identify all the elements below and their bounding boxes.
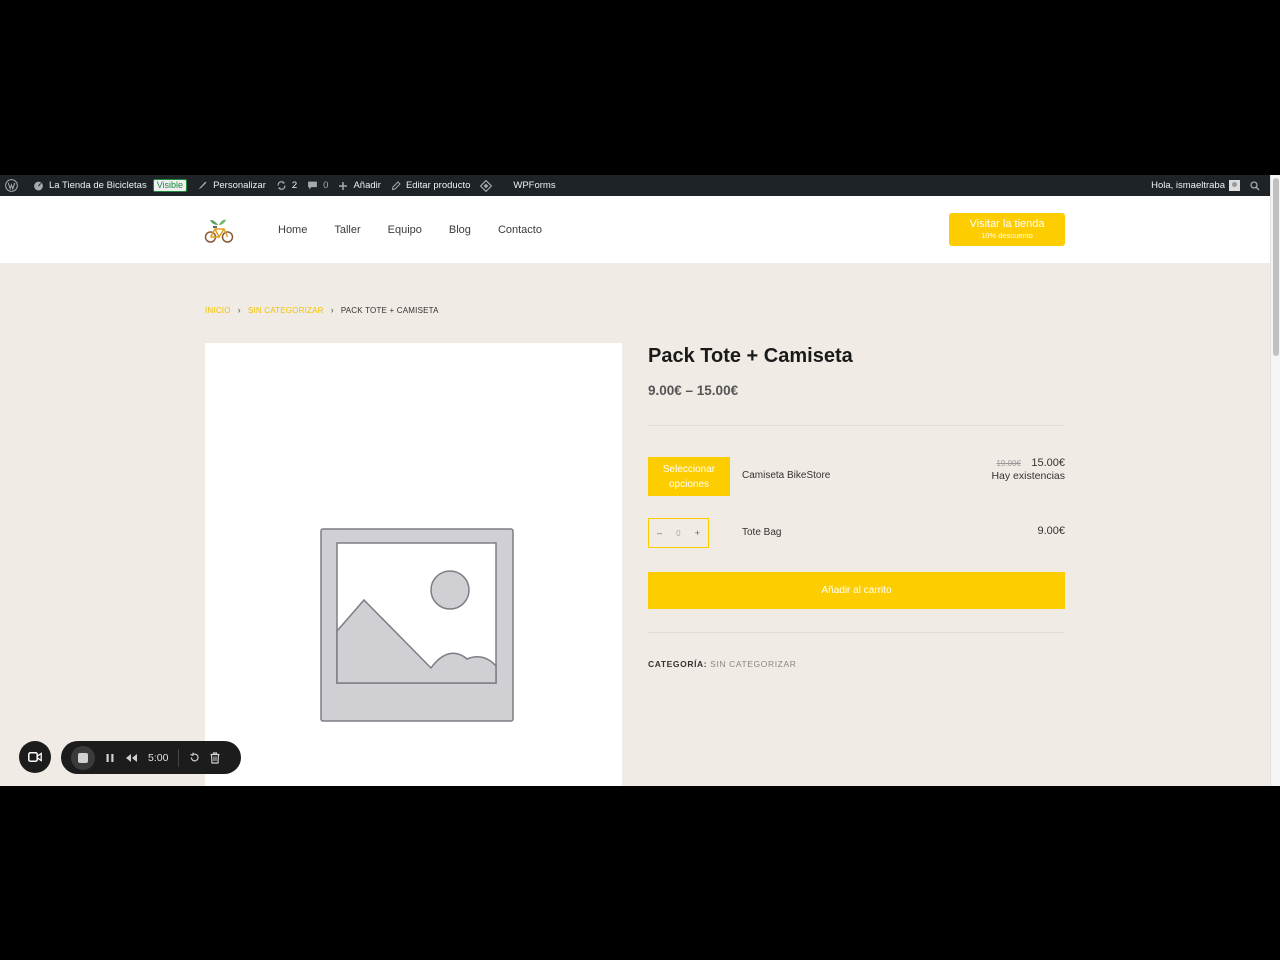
- divider: [178, 748, 180, 767]
- greeting-label: Hola, ismaeltraba: [1151, 180, 1225, 191]
- pencil-icon: [391, 180, 401, 190]
- grouped-item-price: 9.00€: [1037, 525, 1065, 537]
- browser-viewport: La Tienda de Bicicletas Visible Personal…: [0, 175, 1280, 786]
- camera-button[interactable]: [19, 741, 51, 773]
- nav-taller[interactable]: Taller: [334, 224, 360, 236]
- customize-label: Personalizar: [213, 180, 266, 191]
- breadcrumb-current: PACK TOTE + CAMISETA: [340, 305, 439, 315]
- add-new-label: Añadir: [353, 180, 381, 191]
- admin-add-new[interactable]: Añadir: [333, 175, 385, 196]
- product-title: Pack Tote + Camiseta: [648, 345, 853, 367]
- category-link[interactable]: SIN CATEGORIZAR: [710, 659, 796, 669]
- scrollbar[interactable]: [1270, 175, 1280, 786]
- admin-diamond[interactable]: [475, 175, 502, 196]
- grouped-item-name[interactable]: Tote Bag: [742, 527, 781, 538]
- stop-icon: [78, 752, 88, 763]
- nav-blog[interactable]: Blog: [449, 224, 471, 236]
- sale-price: 15.00€: [1031, 457, 1065, 469]
- grouped-item-price: 19.00€ 15.00€: [996, 453, 1065, 471]
- trash-icon: [210, 751, 220, 764]
- grouped-item-name[interactable]: Camiseta BikeStore: [742, 470, 830, 481]
- divider: [648, 425, 1065, 426]
- wordpress-logo-icon[interactable]: [0, 175, 28, 196]
- quantity-stepper: – 0 +: [648, 518, 709, 548]
- divider: [648, 632, 1065, 633]
- breadcrumb-category[interactable]: SIN CATEGORIZAR: [248, 306, 324, 315]
- rewind-icon: [126, 753, 137, 762]
- scrollbar-thumb[interactable]: [1273, 178, 1279, 356]
- price-range: 9.00€ – 15.00€: [648, 383, 739, 398]
- pause-button[interactable]: [105, 753, 115, 763]
- edit-product-label: Editar producto: [405, 180, 471, 191]
- recording-timer: 5:00: [148, 751, 169, 764]
- site-name-label: La Tienda de Bicicletas: [49, 180, 147, 191]
- qty-plus-button[interactable]: +: [695, 528, 700, 538]
- plus-icon: [339, 181, 348, 190]
- admin-customize[interactable]: Personalizar: [192, 175, 271, 196]
- stop-recording-button[interactable]: [71, 745, 95, 770]
- nav-contacto[interactable]: Contacto: [498, 224, 542, 236]
- comment-icon: [308, 181, 318, 190]
- chevron-right-icon: ›: [330, 305, 334, 315]
- wp-admin-bar: La Tienda de Bicicletas Visible Personal…: [0, 175, 1270, 196]
- admin-search[interactable]: [1245, 175, 1270, 196]
- paintbrush-icon: [198, 181, 207, 190]
- wpforms-label: WPForms: [513, 180, 556, 191]
- select-options-button[interactable]: Seleccionar opciones: [648, 457, 730, 496]
- stock-status: Hay existencias: [991, 470, 1065, 482]
- search-icon: [1250, 180, 1260, 190]
- add-to-cart-button[interactable]: Añadir al carrito: [648, 572, 1065, 609]
- category-label: CATEGORÍA:: [648, 659, 708, 669]
- updates-icon: [277, 181, 286, 190]
- nav-equipo[interactable]: Equipo: [388, 224, 422, 236]
- main-nav: Home Taller Equipo Blog Contacto: [278, 196, 542, 263]
- site-header: Home Taller Equipo Blog Contacto Visitar…: [0, 196, 1270, 263]
- pause-icon: [106, 753, 114, 762]
- breadcrumb: INICIO › SIN CATEGORIZAR › PACK TOTE + C…: [205, 305, 439, 315]
- visit-store-button[interactable]: Visitar la tienda 10% descuento: [949, 213, 1065, 246]
- admin-edit-product[interactable]: Editar producto: [386, 175, 475, 196]
- chevron-right-icon: ›: [237, 305, 241, 315]
- admin-my-account[interactable]: Hola, ismaeltraba: [1146, 175, 1245, 196]
- comments-count: 0: [323, 180, 329, 191]
- avatar: [1229, 180, 1240, 191]
- admin-wpforms[interactable]: WPForms: [508, 175, 560, 196]
- image-placeholder-icon: [320, 528, 514, 722]
- breadcrumb-home[interactable]: INICIO: [205, 306, 231, 315]
- admin-comments[interactable]: 0: [302, 175, 333, 196]
- visible-badge: Visible: [152, 179, 188, 192]
- product-category: CATEGORÍA: SIN CATEGORIZAR: [648, 659, 796, 669]
- rewind-button[interactable]: [125, 753, 138, 763]
- updates-count: 2: [291, 180, 298, 191]
- qty-input[interactable]: 0: [676, 529, 680, 538]
- diamond-icon: [480, 179, 493, 192]
- qty-minus-button[interactable]: –: [657, 528, 662, 538]
- restart-button[interactable]: [189, 752, 200, 763]
- recorder-controls: 5:00: [61, 741, 241, 774]
- bicycle-logo-icon[interactable]: [204, 215, 234, 245]
- nav-home[interactable]: Home: [278, 224, 307, 236]
- video-camera-icon: [28, 752, 42, 762]
- admin-site-name[interactable]: La Tienda de Bicicletas Visible: [28, 175, 192, 196]
- visit-store-label: Visitar la tienda: [969, 218, 1045, 230]
- product-image[interactable]: [205, 343, 622, 786]
- admin-updates[interactable]: 2: [271, 175, 302, 196]
- discount-label: 10% descuento: [981, 231, 1033, 240]
- delete-button[interactable]: [210, 751, 220, 764]
- old-price: 19.00€: [996, 459, 1021, 468]
- dashboard-icon: [34, 181, 43, 191]
- restart-icon: [190, 752, 200, 762]
